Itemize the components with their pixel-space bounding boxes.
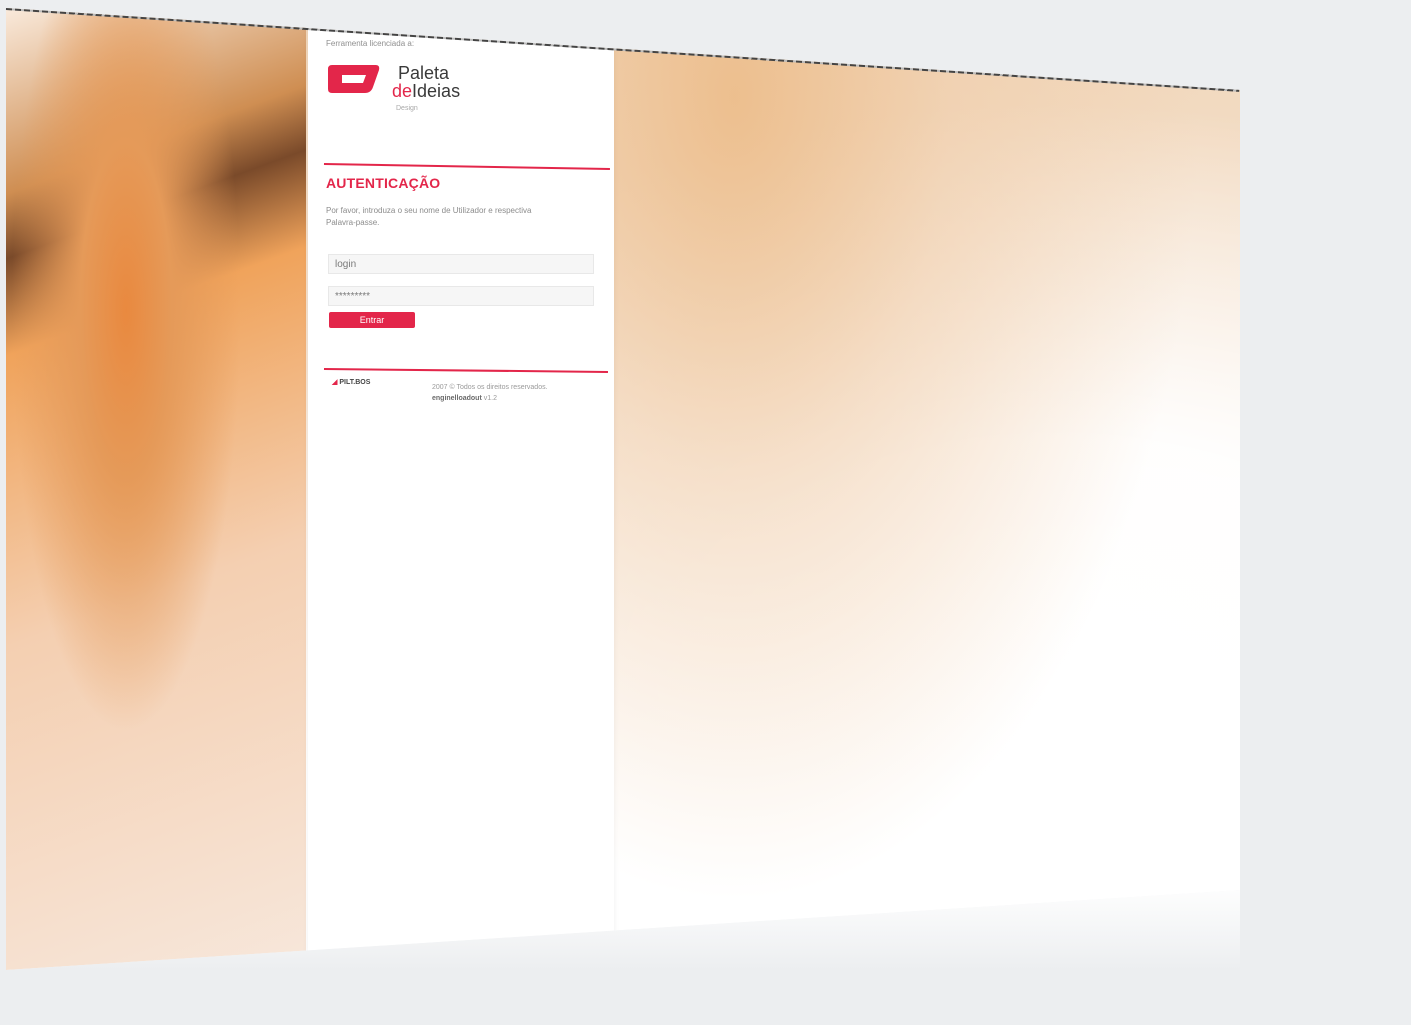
version-name: enginelloadout — [432, 395, 482, 402]
panel-top-accent — [308, 25, 614, 28]
auth-instructions: Por favor, introduza o seu nome de Utili… — [326, 206, 532, 227]
footer-brand: ◢ PILT.BOS — [332, 378, 370, 386]
footer-brand-text: PILT.BOS — [339, 379, 371, 386]
brand-mark-icon: ◢ — [332, 379, 338, 386]
logo-text-de: de — [392, 81, 413, 101]
footer-copyright: 2007 © Todos os direitos reservados. eng… — [432, 382, 608, 404]
login-button[interactable]: Entrar — [329, 312, 415, 328]
brand-logo: Paleta deIdeias Design — [326, 61, 526, 141]
background-glow-right — [608, 8, 1240, 970]
background-swirl-left — [6, 8, 306, 970]
logo-subtitle: Design — [396, 105, 418, 112]
login-panel: Ferramenta licenciada a: Paleta deIdeias… — [308, 25, 614, 955]
copyright-text: 2007 © Todos os direitos reservados. — [432, 384, 548, 391]
section-divider-bottom — [323, 368, 608, 373]
version-number: v1.2 — [483, 395, 497, 402]
page-title: AUTENTICAÇÃO — [326, 175, 441, 191]
password-field[interactable] — [328, 286, 594, 306]
logo-text-ideias: Ideias — [412, 81, 461, 101]
logo-text-deideias: deIdeias — [392, 81, 460, 102]
monitor-screen: Ferramenta licenciada a: Paleta deIdeias… — [6, 8, 1240, 970]
username-field[interactable] — [328, 254, 594, 274]
section-divider-top — [323, 163, 610, 170]
logo-mark-icon — [328, 65, 380, 93]
licensed-to-label: Ferramenta licenciada a: — [326, 39, 415, 48]
